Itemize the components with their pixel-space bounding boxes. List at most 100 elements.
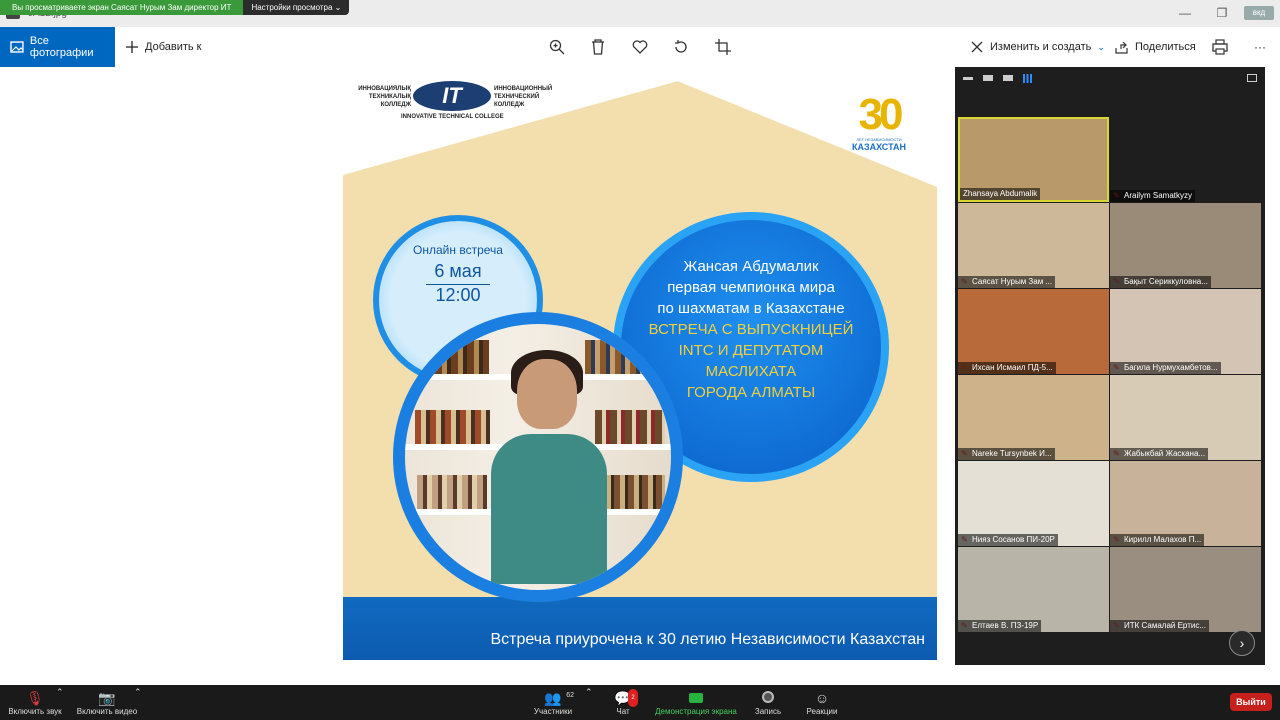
participant-name: ИТК Самалай Ертис...	[1110, 620, 1210, 632]
poster-footer: Встреча приурочена к 30 летию Независимо…	[490, 631, 925, 648]
books	[415, 410, 490, 444]
participant-name: Саясат Нурым Зам ...	[958, 276, 1056, 288]
reactions-label: Реакции	[806, 707, 838, 716]
logo-text-kazakh: ИННОВАЦИЯЛЫҚ ТЕХНИКАЛЫҚ КОЛЛЕДЖ	[358, 86, 411, 108]
participant-name: Нияз Сосанов ПИ-20Р	[958, 534, 1058, 546]
exit-fullscreen-icon[interactable]	[1247, 74, 1257, 82]
participants-label: Участники	[533, 707, 573, 716]
share-screen-button[interactable]: Демонстрация экрана	[654, 685, 738, 720]
speaker-view-icon[interactable]	[983, 75, 993, 81]
info-line-country: по шахматам в Казахстане	[657, 300, 845, 317]
start-video-label: Включить видео	[76, 707, 138, 716]
participant-tile[interactable]: ✎ИТК Самалай Ертис...	[1110, 547, 1261, 632]
participant-tile[interactable]: Zhansaya Abdumalik	[958, 117, 1109, 202]
participant-tile[interactable]: ✎Nareke Tursynbek И...	[958, 375, 1109, 460]
participant-tile[interactable]: ✎Ихсан Исмаил ПД-5...	[958, 289, 1109, 374]
kz30-country: КАЗАХСТАН	[852, 142, 906, 152]
participant-tile[interactable]: ✎Елтаев В. ПЗ-19Р	[958, 547, 1109, 632]
date-label: Онлайн встреча	[413, 243, 503, 257]
books	[419, 340, 489, 374]
chat-button[interactable]: 💬 2 Чат	[612, 685, 638, 720]
participant-tile[interactable]: ✎Кирилл Малахов П...	[1110, 461, 1261, 546]
next-page-icon[interactable]: ›	[1229, 630, 1255, 656]
all-photos-label: Все фотографии	[29, 35, 94, 59]
share-button[interactable]: Поделиться	[1115, 27, 1196, 67]
participant-name: Ихсан Исмаил ПД-5...	[958, 362, 1056, 374]
logo-text-russian: ИННОВАЦИОННЫЙ ТЕХНИЧЕСКИЙ КОЛЛЕДЖ	[494, 86, 553, 108]
window-badge: вкд	[1244, 6, 1274, 20]
minimize-view-icon[interactable]	[963, 76, 973, 80]
date-time: 12:00	[426, 284, 490, 306]
photos-icon	[10, 41, 24, 53]
record-button[interactable]: Запись	[754, 685, 782, 720]
reactions-button[interactable]: ☺ Реакции	[806, 685, 838, 720]
print-icon[interactable]	[1208, 35, 1232, 59]
participant-name: Nareke Tursynbek И...	[958, 448, 1055, 460]
participant-name: Zhansaya Abdumalik	[960, 188, 1041, 200]
participant-tile[interactable]: ✎Жабыкбай Жаскана...	[1110, 375, 1261, 460]
books	[585, 340, 665, 374]
participant-tile[interactable]: ✎Бақыт Сериккуловна...	[1110, 203, 1261, 288]
share-label: Поделиться	[1135, 41, 1196, 53]
gallery-view-controls	[955, 67, 1265, 89]
chat-badge: 2	[628, 689, 638, 707]
info-line-name: Жансая Абдумалик	[683, 258, 819, 275]
participant-name: Кирилл Малахов П...	[1110, 534, 1205, 546]
reactions-icon: ☺	[814, 690, 830, 706]
view-settings-button[interactable]: Настройки просмотра ⌄	[243, 0, 350, 15]
zoom-meeting-controls: 🎙 Включить звук ⌃ 📷 Включить видео ⌃ 👥 62…	[0, 685, 1280, 720]
participant-tile[interactable]: ✎Нияз Сосанов ПИ-20Р	[958, 461, 1109, 546]
plus-icon	[126, 41, 138, 53]
participant-name: Бақыт Сериккуловна...	[1110, 276, 1211, 288]
crop-icon[interactable]	[711, 35, 735, 59]
kz30-number: 30	[858, 90, 904, 139]
edit-create-label: Изменить и создать	[990, 41, 1092, 53]
video-off-icon: 📷	[98, 690, 116, 706]
zoom-icon[interactable]	[545, 35, 569, 59]
leave-meeting-button[interactable]: Выйти	[1230, 693, 1272, 711]
start-video-button[interactable]: 📷 Включить видео	[76, 685, 138, 720]
speaker-body	[491, 434, 607, 584]
chevron-down-icon: ⌄	[1097, 41, 1105, 52]
add-to-button[interactable]: Добавить к	[125, 27, 201, 67]
event-poster: ИННОВАЦИЯЛЫҚ ТЕХНИКАЛЫҚ КОЛЛЕДЖ IT ИННОВ…	[343, 67, 937, 660]
gallery-view-icon[interactable]	[1023, 73, 1032, 83]
participants-button[interactable]: 👥 62 Участники	[533, 685, 574, 720]
photo-toolbar: Все фотографии Добавить к Изменить и соз…	[0, 27, 1280, 67]
thumbnail-view-icon[interactable]	[1003, 75, 1013, 81]
chat-icon: 💬 2	[614, 689, 638, 707]
participants-options-caret[interactable]: ⌃	[585, 687, 593, 701]
more-options-icon[interactable]: ···	[1248, 35, 1272, 59]
participants-icon: 👥 62	[544, 689, 574, 707]
edit-create-button[interactable]: Изменить и создать ⌄	[970, 27, 1105, 67]
speaker-photo	[393, 312, 683, 602]
participant-name: Arailym Samatkyzy	[1110, 190, 1196, 202]
all-photos-button[interactable]: Все фотографии	[0, 27, 115, 67]
logo-text-english: INNOVATIVE TECHNICAL COLLEGE	[401, 114, 504, 120]
share-screen-label: Демонстрация экрана	[655, 707, 737, 716]
participant-name: Жабыкбай Жаскана...	[1110, 448, 1209, 460]
unmute-label: Включить звук	[8, 707, 62, 716]
logo-emblem: IT	[413, 81, 491, 111]
participant-tile[interactable]: ✎Arailym Samatkyzy	[1110, 117, 1261, 202]
minimize-icon[interactable]: —	[1175, 6, 1195, 20]
participant-tile[interactable]: ✎Саясат Нурым Зам ...	[958, 203, 1109, 288]
muted-mic-icon: 🎙	[26, 690, 44, 706]
audio-options-caret[interactable]: ⌃	[56, 687, 64, 701]
participants-count: 62	[566, 692, 575, 699]
maximize-icon[interactable]: ❐	[1212, 6, 1232, 20]
share-banner-text: Вы просматриваете экран Саясат Нурым Зам…	[0, 0, 244, 15]
info-line-meeting: ВСТРЕЧА С ВЫПУСКНИЦЕЙ	[648, 321, 854, 338]
participant-tile[interactable]: ✎Багила Нурмухамбетов...	[1110, 289, 1261, 374]
books	[417, 475, 487, 509]
books	[600, 475, 665, 509]
delete-icon[interactable]	[586, 35, 610, 59]
date-day: 6 мая	[434, 261, 482, 281]
share-screen-icon	[689, 689, 703, 707]
books	[595, 410, 665, 444]
speaker-face	[517, 359, 577, 429]
favorite-icon[interactable]	[628, 35, 652, 59]
rotate-icon[interactable]	[669, 35, 693, 59]
screen-share-banner: Вы просматриваете экран Саясат Нурым Зам…	[0, 0, 350, 15]
video-options-caret[interactable]: ⌃	[134, 687, 142, 701]
